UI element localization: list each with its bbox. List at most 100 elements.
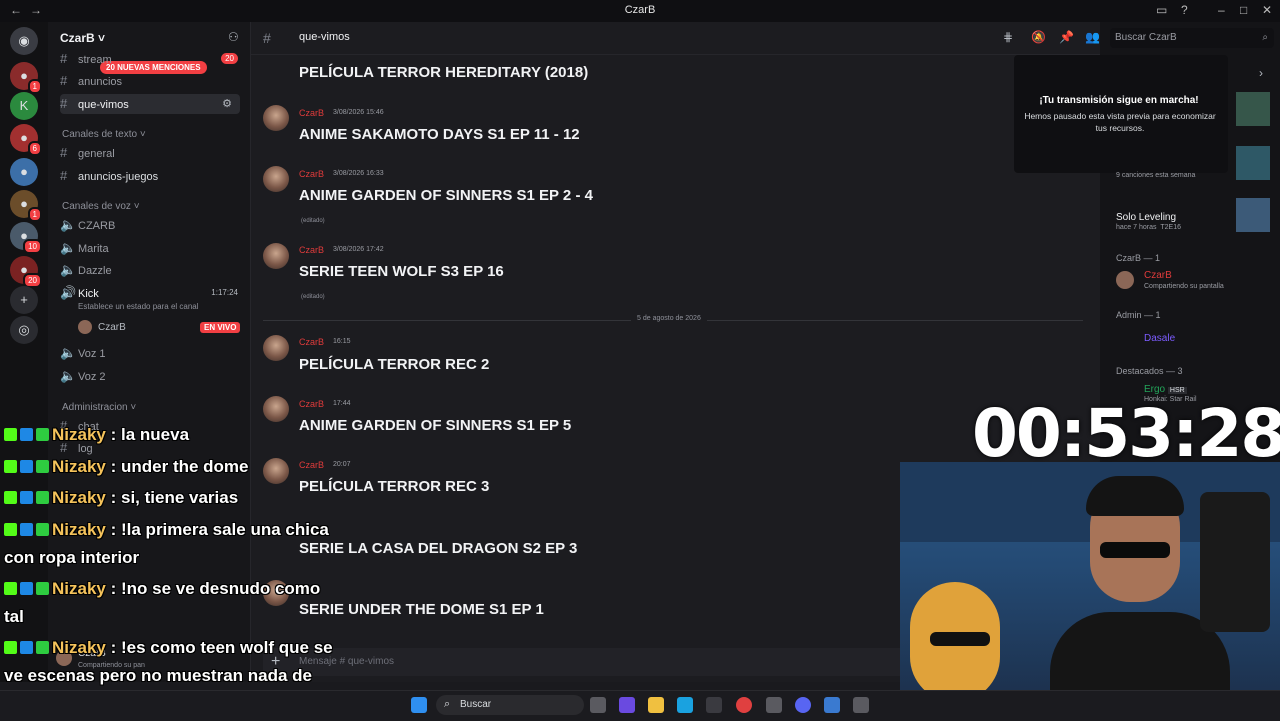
guild-name[interactable]: CzarB ˅ bbox=[60, 31, 105, 45]
voice-voz-1[interactable]: 🔈 Voz 1 bbox=[60, 343, 240, 363]
member-status: Compartiendo su pantalla bbox=[1144, 283, 1224, 290]
chat-message-continuation: con ropa interior bbox=[4, 548, 140, 567]
channel-stream[interactable]: # stream 20 bbox=[60, 49, 240, 69]
author-avatar[interactable] bbox=[263, 396, 289, 422]
server-icon[interactable]: ● bbox=[10, 158, 38, 186]
voice-user-name[interactable]: CzarB bbox=[98, 322, 126, 333]
author-avatar[interactable] bbox=[263, 335, 289, 361]
message-content: PELÍCULA TERROR REC 2 bbox=[299, 356, 490, 373]
mute-icon[interactable]: 🔕 bbox=[1031, 30, 1046, 44]
message-author[interactable]: CzarB bbox=[299, 399, 324, 409]
channel-header: # que-vimos ⋕ 🔕 📌 👥 bbox=[251, 22, 1100, 55]
file-explorer-icon[interactable] bbox=[648, 697, 664, 713]
author-avatar[interactable] bbox=[263, 166, 289, 192]
category-text[interactable]: Canales de texto ˅ bbox=[62, 129, 146, 140]
voice-marita[interactable]: 🔈 Marita bbox=[60, 238, 240, 258]
voice-voz-2[interactable]: 🔈 Voz 2 bbox=[60, 366, 240, 386]
message-author[interactable]: CzarB bbox=[299, 460, 324, 470]
server-icon[interactable]: ● 10 bbox=[10, 222, 42, 254]
channel-title: que-vimos bbox=[299, 31, 350, 43]
kick-server-icon[interactable]: K bbox=[10, 92, 38, 120]
chat-message: Nizaky : si, tiene varias bbox=[4, 488, 238, 508]
taskbar bbox=[0, 690, 1280, 721]
category-admin[interactable]: Administracion ˅ bbox=[62, 402, 136, 413]
message-author[interactable]: CzarB bbox=[299, 169, 324, 179]
discover-icon[interactable]: ◎ bbox=[10, 316, 38, 344]
channel-anuncios[interactable]: # anuncios bbox=[60, 71, 240, 91]
voice-timer: 1:17:24 bbox=[211, 288, 238, 297]
author-avatar[interactable] bbox=[263, 243, 289, 269]
activity-thumbnail[interactable] bbox=[1236, 92, 1270, 126]
chrome-icon[interactable] bbox=[736, 697, 752, 713]
help-icon[interactable]: ? bbox=[1181, 3, 1188, 17]
message-author[interactable]: CzarB bbox=[299, 245, 324, 255]
search-icon: ⌕ bbox=[444, 698, 451, 710]
chevron-right-icon[interactable]: › bbox=[1259, 66, 1263, 80]
close-icon[interactable]: ✕ bbox=[1262, 3, 1272, 17]
avatar[interactable] bbox=[78, 320, 92, 334]
activity-title[interactable]: Solo Leveling bbox=[1116, 212, 1176, 223]
search-input[interactable]: Buscar CzarB ⌕ bbox=[1110, 28, 1274, 48]
store-icon[interactable] bbox=[706, 697, 722, 713]
voice-czarb[interactable]: 🔈 CZARB bbox=[60, 215, 240, 235]
discord-icon[interactable] bbox=[795, 697, 811, 713]
streamer-sunglasses bbox=[1100, 542, 1170, 558]
channel-que-vimos[interactable]: # que-vimos ⚙ bbox=[60, 94, 240, 114]
message-content: ANIME SAKAMOTO DAYS S1 EP 11 - 12 bbox=[299, 126, 580, 143]
chat-message: Nizaky : la nueva bbox=[4, 425, 189, 445]
chat-message: Nizaky : under the dome bbox=[4, 457, 249, 477]
member-name[interactable]: Ergo HSR bbox=[1144, 384, 1187, 395]
channel-general[interactable]: # general bbox=[60, 143, 240, 163]
songs-count: 9 canciones esta semana bbox=[1116, 172, 1196, 179]
app-icon[interactable] bbox=[824, 697, 840, 713]
discord-home-icon[interactable]: ◉ bbox=[10, 27, 38, 55]
server-icon[interactable]: ● 1 bbox=[10, 190, 42, 222]
add-member-icon[interactable]: ⚇ bbox=[228, 30, 239, 44]
date-divider-label: 5 de agosto de 2026 bbox=[631, 315, 707, 322]
pin-icon[interactable]: 📌 bbox=[1059, 30, 1074, 44]
server-icon[interactable]: ● 6 bbox=[10, 124, 42, 156]
title-bar: ← → CzarB ▭ ? – □ ✕ bbox=[0, 0, 1280, 22]
minimize-icon[interactable]: – bbox=[1218, 3, 1225, 17]
threads-icon[interactable]: ⋕ bbox=[1003, 30, 1013, 44]
author-avatar[interactable] bbox=[263, 105, 289, 131]
calculator-icon[interactable] bbox=[853, 697, 869, 713]
activity-thumbnail[interactable] bbox=[1236, 146, 1270, 180]
channel-status[interactable]: Establece un estado para el canal bbox=[78, 302, 199, 311]
author-avatar[interactable] bbox=[263, 458, 289, 484]
inbox-icon[interactable]: ▭ bbox=[1156, 3, 1167, 17]
category-voice[interactable]: Canales de voz ˅ bbox=[62, 201, 140, 212]
search-icon: ⌕ bbox=[1262, 32, 1268, 43]
taskbar-search-label: Buscar bbox=[460, 699, 492, 710]
activity-thumbnail[interactable] bbox=[1236, 198, 1270, 232]
app-icon[interactable] bbox=[766, 697, 782, 713]
edge-icon[interactable] bbox=[677, 697, 693, 713]
message-author[interactable]: CzarB bbox=[299, 108, 324, 118]
gaming-chair bbox=[1200, 492, 1270, 632]
taskbar-search[interactable]: ⌕ Buscar bbox=[436, 695, 584, 715]
app-icon[interactable] bbox=[619, 697, 635, 713]
member-group-owner: CzarB — 1 bbox=[1116, 253, 1161, 263]
chat-message-continuation: ve escenas pero no muestran nada de bbox=[4, 666, 313, 685]
avatar[interactable] bbox=[1116, 271, 1134, 289]
add-server-icon[interactable]: + bbox=[10, 286, 38, 314]
streamer-hair bbox=[1086, 476, 1184, 516]
members-icon[interactable]: 👥 bbox=[1085, 30, 1100, 44]
message-time: 3/08/2026 17:42 bbox=[333, 246, 384, 253]
message-content: ANIME GARDEN OF SINNERS S1 EP 2 - 4 bbox=[299, 187, 593, 204]
voice-dazzle[interactable]: 🔈 Dazzle bbox=[60, 260, 240, 280]
settings-icon[interactable]: ⚙ bbox=[222, 94, 232, 114]
member-name[interactable]: Dasale bbox=[1144, 333, 1175, 344]
notice-body: Hemos pausado esta vista previa para eco… bbox=[1024, 111, 1216, 133]
server-icon[interactable]: ● 1 bbox=[10, 62, 42, 94]
member-name[interactable]: CzarB bbox=[1144, 270, 1172, 281]
voice-kick[interactable]: 🔊 Kick 1:17:24 bbox=[60, 283, 240, 303]
channel-anuncios-juegos[interactable]: # anuncios-juegos bbox=[60, 166, 240, 186]
activity-time: hace 7 horas T2E16 bbox=[1116, 224, 1181, 231]
task-view-icon[interactable] bbox=[590, 697, 606, 713]
server-icon[interactable]: ● 20 bbox=[10, 256, 42, 288]
message-time: 17:44 bbox=[333, 400, 351, 407]
windows-start-icon[interactable] bbox=[411, 697, 427, 713]
message-author[interactable]: CzarB bbox=[299, 337, 324, 347]
maximize-icon[interactable]: □ bbox=[1240, 3, 1247, 17]
